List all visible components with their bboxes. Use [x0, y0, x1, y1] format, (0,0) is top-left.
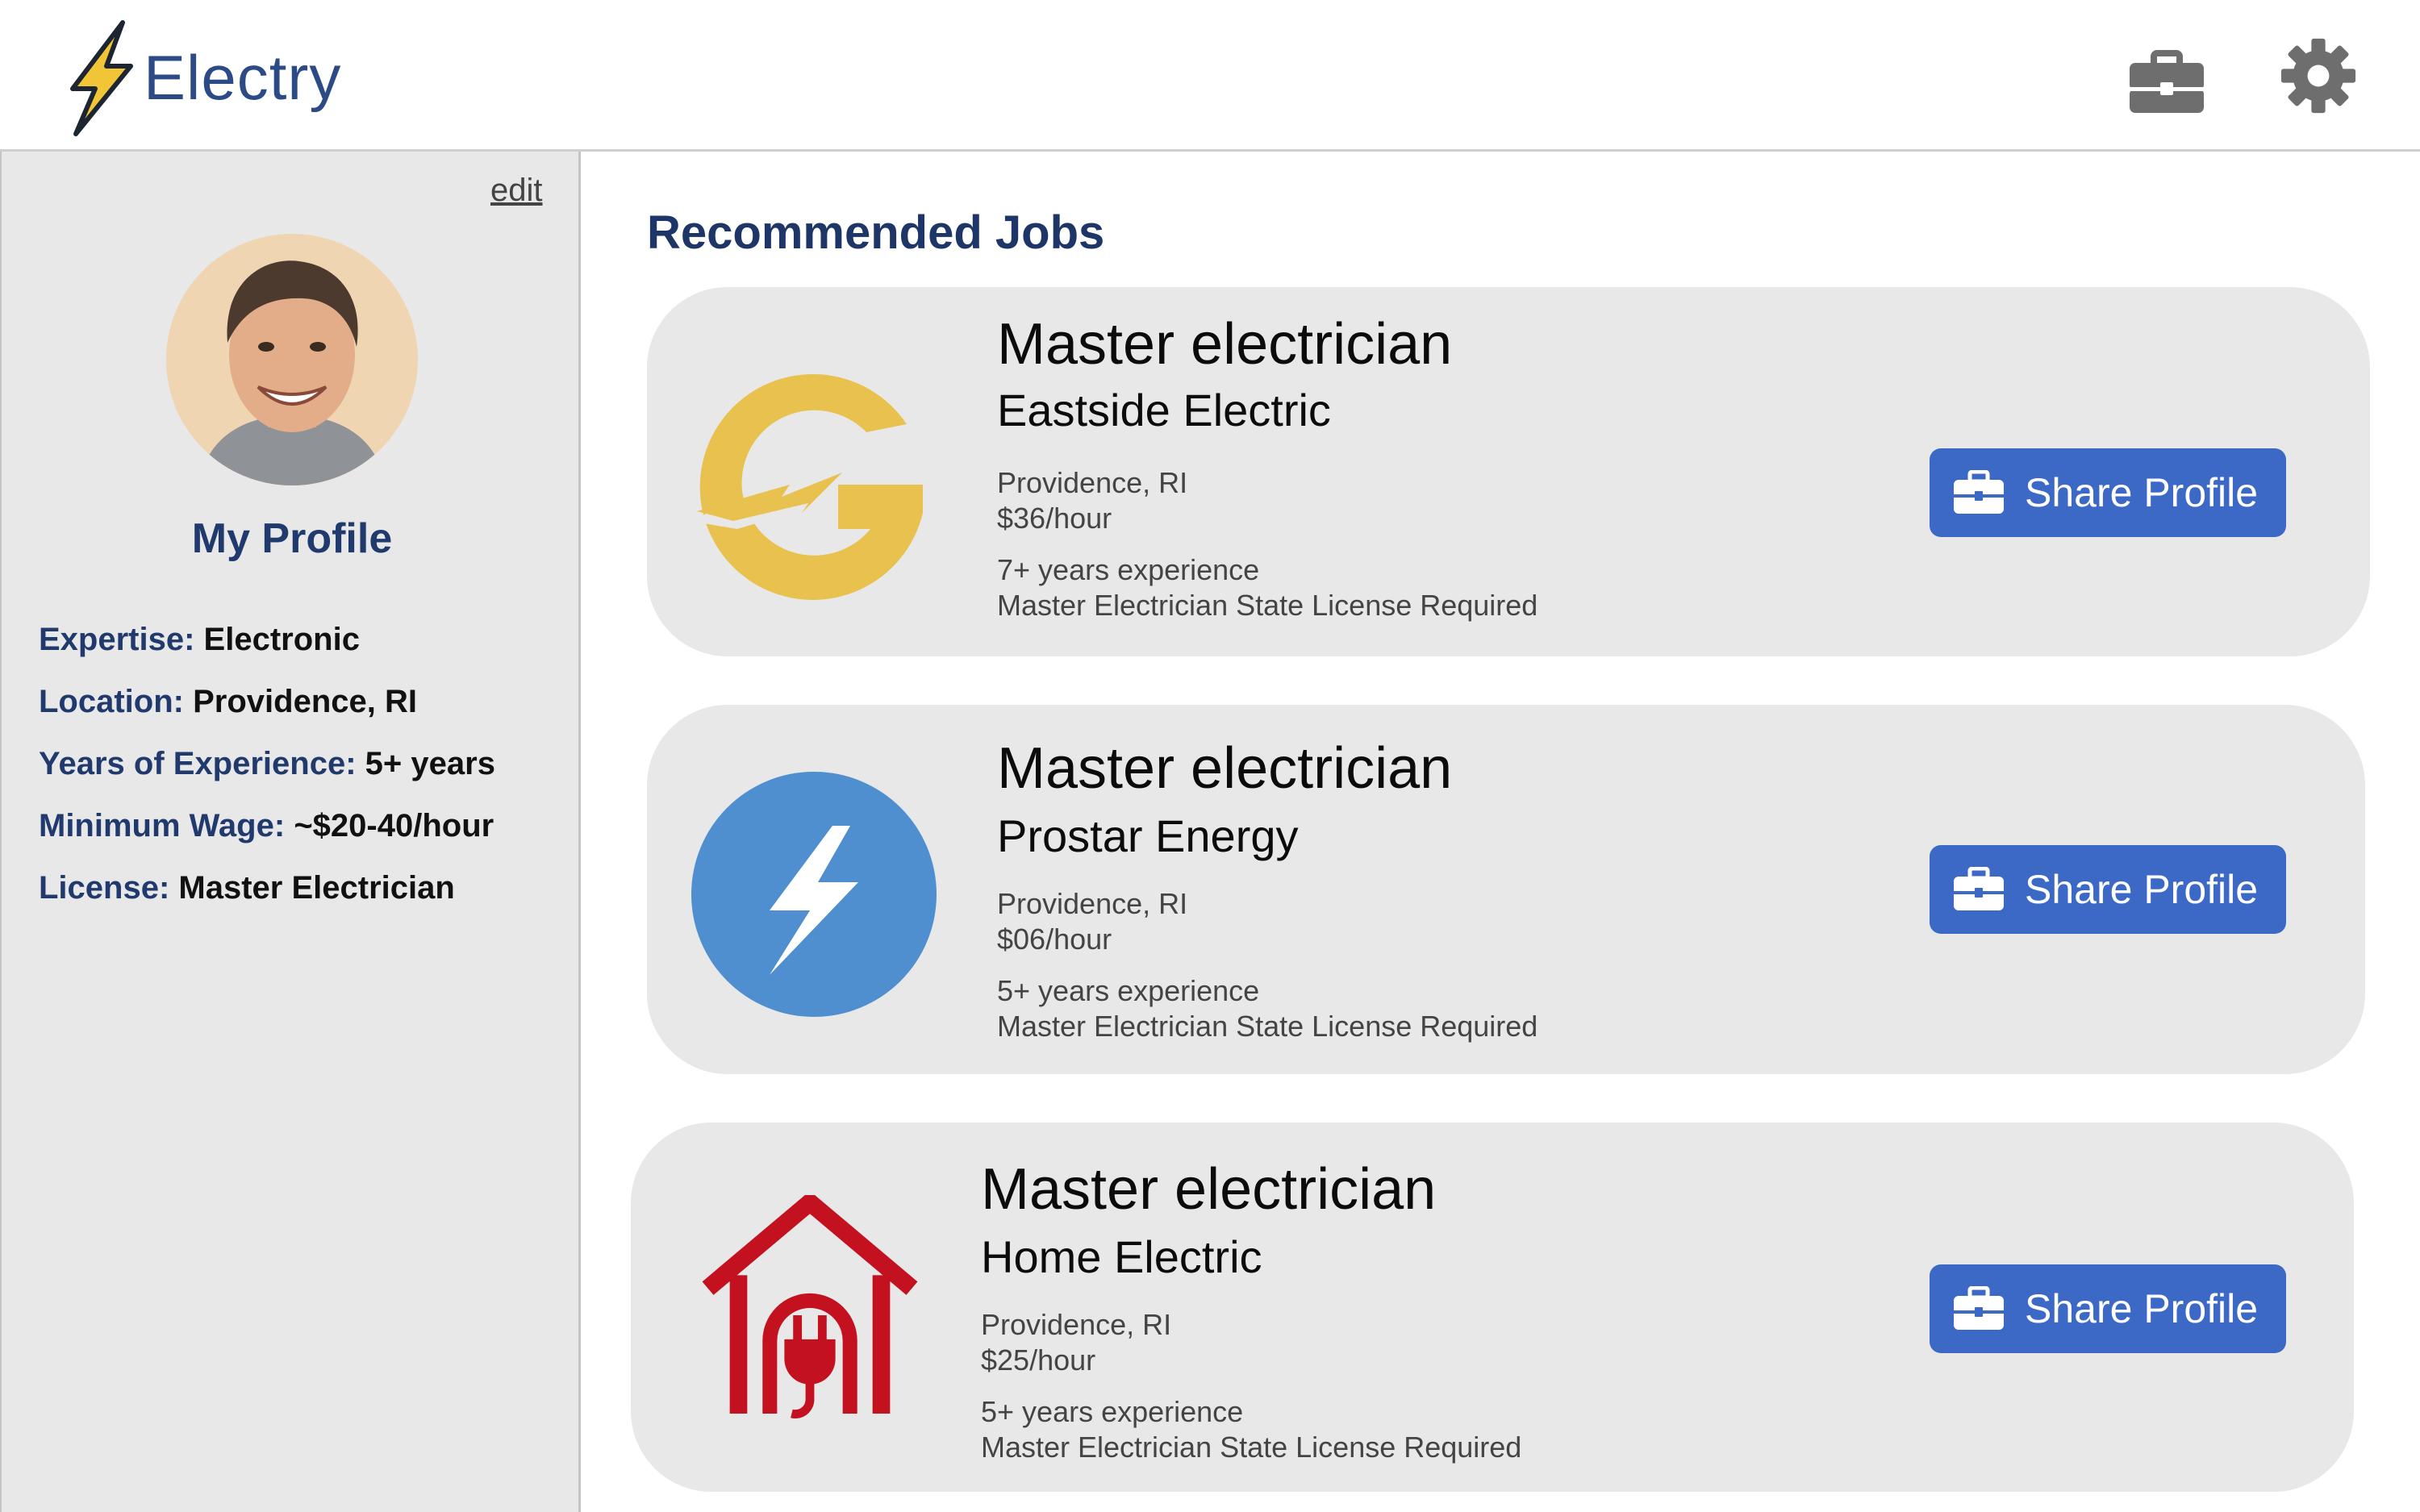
- attribute-value: Electronic: [203, 622, 360, 657]
- profile-sidebar: edit My Profile Expertise: Electronic Lo…: [0, 152, 581, 1512]
- attribute-key: Years of Experience:: [39, 746, 357, 781]
- job-pay: $25/hour: [981, 1343, 1096, 1377]
- attribute-key: Expertise:: [39, 622, 195, 657]
- profile-attribute-expertise: Expertise: Electronic: [39, 622, 360, 658]
- job-license: Master Electrician State License Require…: [997, 1010, 1538, 1043]
- app-name: Electry: [144, 42, 342, 113]
- lightning-bolt-icon: [70, 20, 133, 136]
- home-electric-logo: [697, 1190, 947, 1445]
- job-experience: 5+ years experience: [981, 1395, 1244, 1428]
- profile-attribute-minimum-wage: Minimum Wage: ~$20-40/hour: [39, 808, 494, 844]
- profile-attribute-location: Location: Providence, RI: [39, 684, 417, 720]
- prostar-logo: [689, 769, 939, 1019]
- briefcase-icon: [1954, 470, 2004, 514]
- briefcase-icon: [1954, 1286, 2004, 1330]
- job-card[interactable]: Master electrician Prostar Energy Provid…: [647, 705, 2365, 1074]
- company-name: Home Electric: [981, 1231, 1262, 1282]
- gear-icon[interactable]: [2280, 37, 2357, 115]
- profile-attribute-experience: Years of Experience: 5+ years: [39, 746, 495, 782]
- attribute-value: ~$20-40/hour: [294, 808, 494, 843]
- share-profile-button[interactable]: Share Profile: [1930, 845, 2286, 934]
- profile-title: My Profile: [191, 515, 393, 562]
- attribute-value: 5+ years: [365, 746, 495, 781]
- attribute-key: Minimum Wage:: [39, 808, 286, 843]
- briefcase-icon: [1954, 867, 2004, 910]
- briefcase-icon[interactable]: [2126, 40, 2207, 121]
- job-location: Providence, RI: [981, 1308, 1172, 1341]
- job-title: Master electrician: [981, 1157, 1437, 1222]
- job-license: Master Electrician State License Require…: [997, 589, 1538, 622]
- job-location: Providence, RI: [997, 887, 1188, 920]
- job-pay: $36/hour: [997, 502, 1112, 535]
- profile-attribute-license: License: Master Electrician: [39, 870, 455, 906]
- section-title: Recommended Jobs: [647, 206, 1105, 259]
- job-card[interactable]: Master electrician Eastside Electric Pro…: [647, 287, 2370, 656]
- share-profile-label: Share Profile: [2025, 867, 2259, 912]
- attribute-key: License:: [39, 870, 170, 906]
- job-card[interactable]: Master electrician Home Electric Provide…: [631, 1123, 2354, 1492]
- app-logo[interactable]: Electry: [65, 19, 341, 136]
- job-experience: 7+ years experience: [997, 553, 1260, 586]
- share-profile-button[interactable]: Share Profile: [1930, 1264, 2286, 1353]
- attribute-value: Providence, RI: [193, 684, 417, 719]
- company-name: Eastside Electric: [997, 385, 1331, 435]
- edit-profile-link[interactable]: edit: [490, 173, 543, 209]
- job-pay: $06/hour: [997, 923, 1112, 956]
- eastside-logo: [689, 352, 939, 602]
- job-location: Providence, RI: [997, 466, 1188, 499]
- job-experience: 5+ years experience: [997, 974, 1260, 1007]
- top-bar: Electry: [0, 0, 2420, 152]
- job-title: Master electrician: [997, 312, 1453, 377]
- share-profile-button[interactable]: Share Profile: [1930, 448, 2286, 537]
- job-license: Master Electrician State License Require…: [981, 1431, 1522, 1464]
- avatar[interactable]: [166, 234, 418, 485]
- attribute-key: Location:: [39, 684, 184, 719]
- share-profile-label: Share Profile: [2025, 470, 2259, 515]
- job-title: Master electrician: [997, 736, 1453, 801]
- company-name: Prostar Energy: [997, 810, 1299, 861]
- share-profile-label: Share Profile: [2025, 1286, 2259, 1331]
- attribute-value: Master Electrician: [178, 870, 455, 906]
